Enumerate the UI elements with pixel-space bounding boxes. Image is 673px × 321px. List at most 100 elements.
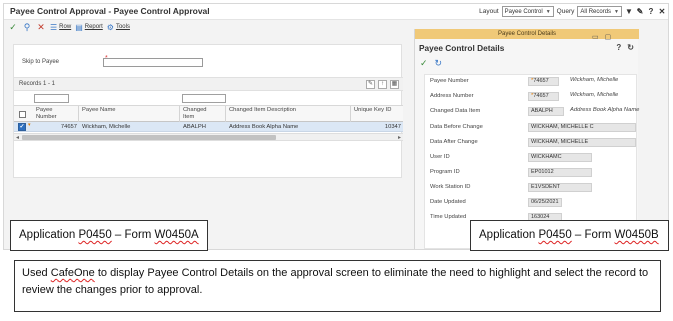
check-icon[interactable]: ✓ [8,22,18,32]
details-header-icons: ? ↻ [616,43,634,52]
field-row-data-before-change: Data Before Change WICKHAM, MICHELLE C [425,122,638,134]
field-value-data-after-change: WICKHAM, MICHELLE [528,138,636,147]
field-row-work-station-id: Work Station ID E1VSDENT [425,182,638,194]
qbe-changed-item[interactable] [182,94,226,103]
details-panel-window-icons: ▭ ▢ [592,33,611,41]
cell-payee-number: 74657 [60,124,77,130]
row-icon: ☰ [50,22,58,32]
horizontal-scrollbar[interactable]: ◂ ▸ [14,133,403,141]
qbe-row [14,93,403,105]
help-icon[interactable]: ? [647,7,655,16]
column-header-changed-item[interactable]: Changed Item [183,107,219,120]
layout-select-value: Payee Control [504,8,543,15]
row-checkbox[interactable]: ✓ [18,123,26,131]
caption-right: Application P0450 – Form W0450B [470,220,669,251]
application-window: Payee Control Approval - Payee Control A… [3,3,669,250]
field-value-program-id: EP01012 [528,168,592,177]
field-label: Address Number [430,93,474,99]
chevron-down-icon: ▼ [545,8,551,15]
report-icon: ▤ [75,22,83,32]
field-row-changed-data-item: Changed Data Item ABALPH Address Book Al… [425,106,639,118]
scroll-right-icon[interactable]: ▸ [398,134,401,141]
column-divider [225,106,226,123]
field-row-payee-number: Payee Number *74657 Wickham, Michelle [425,76,638,88]
row-menu-button[interactable]: ☰ Row [50,23,71,32]
field-label: User ID [430,154,450,160]
field-label: Date Updated [430,199,466,205]
grid-header: Payee Number Payee Name Changed Item Cha… [14,105,403,123]
refresh-icon[interactable]: ↻ [627,43,634,52]
column-header-unique-key-id[interactable]: Unique Key ID [354,107,394,114]
field-label: Data After Change [430,139,478,145]
field-description: Wickham, Michelle [570,77,619,83]
field-label: Program ID [430,169,460,175]
field-label: Changed Data Item [430,108,481,114]
report-menu-button[interactable]: ▤ Report [75,23,103,32]
search-icon[interactable]: ⚲ [22,22,32,32]
query-select-value: All Records [580,8,612,15]
field-value-data-before-change: WICKHAM, MICHELLE C [528,123,636,132]
tools-menu-button[interactable]: ⚙ Tools [107,23,130,32]
field-row-date-updated: Date Updated 06/25/2021 [425,197,638,209]
filter-icon[interactable]: ▼ [625,7,633,16]
column-divider [179,106,180,123]
layout-label: Layout [479,8,499,15]
qbe-payee-number[interactable] [34,94,69,103]
chevron-down-icon: ▼ [614,8,619,15]
layout-select[interactable]: Payee Control ▼ [501,6,554,17]
scroll-left-icon[interactable]: ◂ [16,134,19,141]
pencil-icon[interactable]: ✎ [636,7,644,16]
field-label: Payee Number [430,78,469,84]
field-label: Time Updated [430,214,467,220]
field-value-changed-data-item: ABALPH [528,107,564,116]
field-row-program-id: Program ID EP01012 [425,167,638,179]
field-label: Data Before Change [430,124,483,130]
query-select[interactable]: All Records ▼ [577,6,622,17]
excel-icon[interactable]: ▦ [390,80,399,89]
records-count: Records 1 - 1 [19,81,56,87]
description-note: Used CafeOne to display Payee Control De… [14,260,661,312]
close-icon[interactable]: ✕ [36,22,46,32]
column-header-payee-number[interactable]: Payee Number [36,107,72,120]
page-title: Payee Control Approval - Payee Control A… [10,6,210,16]
field-row-user-id: User ID WICKHAMC [425,152,638,164]
form-toolbar: ✓ ⚲ ✕ ☰ Row ▤ Report ⚙ Tools [4,20,409,34]
field-row-data-after-change: Data After Change WICKHAM, MICHELLE [425,137,638,149]
column-divider [78,106,79,123]
caption-left: Application P0450 – Form W0450A [10,220,208,251]
column-header-payee-name[interactable]: Payee Name [82,107,118,114]
refresh-icon[interactable]: ↻ [435,58,443,68]
field-row-address-number: Address Number *74657 Wickham, Michelle [425,91,638,103]
customize-grid-icon[interactable]: ✎ [366,80,375,89]
title-bar: Payee Control Approval - Payee Control A… [4,4,668,20]
expand-icon[interactable]: ▢ [605,33,612,41]
field-value-address-number: *74657 [528,92,559,101]
field-description: Wickham, Michelle [570,92,619,98]
field-value-date-updated: 06/25/2021 [528,198,562,207]
approval-grid-panel: Skip to Payee * Records 1 - 1 ✎ ↑ ▦ Paye… [13,44,403,178]
cell-changed-item-description: Address Book Alpha Name [229,124,299,130]
skip-to-payee-label: Skip to Payee [22,59,60,65]
field-label: Work Station ID [430,184,471,190]
close-icon[interactable]: ✕ [658,7,666,16]
cell-unique-key-id: 10347 [384,124,401,130]
scrollbar-thumb[interactable] [22,135,276,140]
skip-to-payee-input[interactable] [103,58,203,67]
records-header: Records 1 - 1 ✎ ↑ ▦ [14,77,403,91]
column-header-changed-item-description[interactable]: Changed Item Description [229,107,309,114]
query-label: Query [556,8,575,15]
title-bar-controls: Layout Payee Control ▼ Query All Records ▼… [479,6,666,17]
grid-tools: ✎ ↑ ▦ [366,80,399,89]
check-icon[interactable]: ✓ [420,58,428,68]
select-all-checkbox[interactable] [19,111,26,118]
column-divider [350,106,351,123]
details-title: Payee Control Details [419,43,505,53]
layout-icon[interactable]: ▭ [592,33,599,41]
cell-changed-item: ABALPH [183,124,206,130]
help-icon[interactable]: ? [616,43,621,52]
details-toolbar: ✓ ↻ [420,58,442,68]
export-icon[interactable]: ↑ [378,80,387,89]
row-marker: ▾ [28,122,31,128]
table-row[interactable]: ✓ ▾ 74657 Wickham, Michelle ABALPH Addre… [14,122,403,132]
details-panel: Payee Control Details Payee Control Deta… [414,29,639,249]
